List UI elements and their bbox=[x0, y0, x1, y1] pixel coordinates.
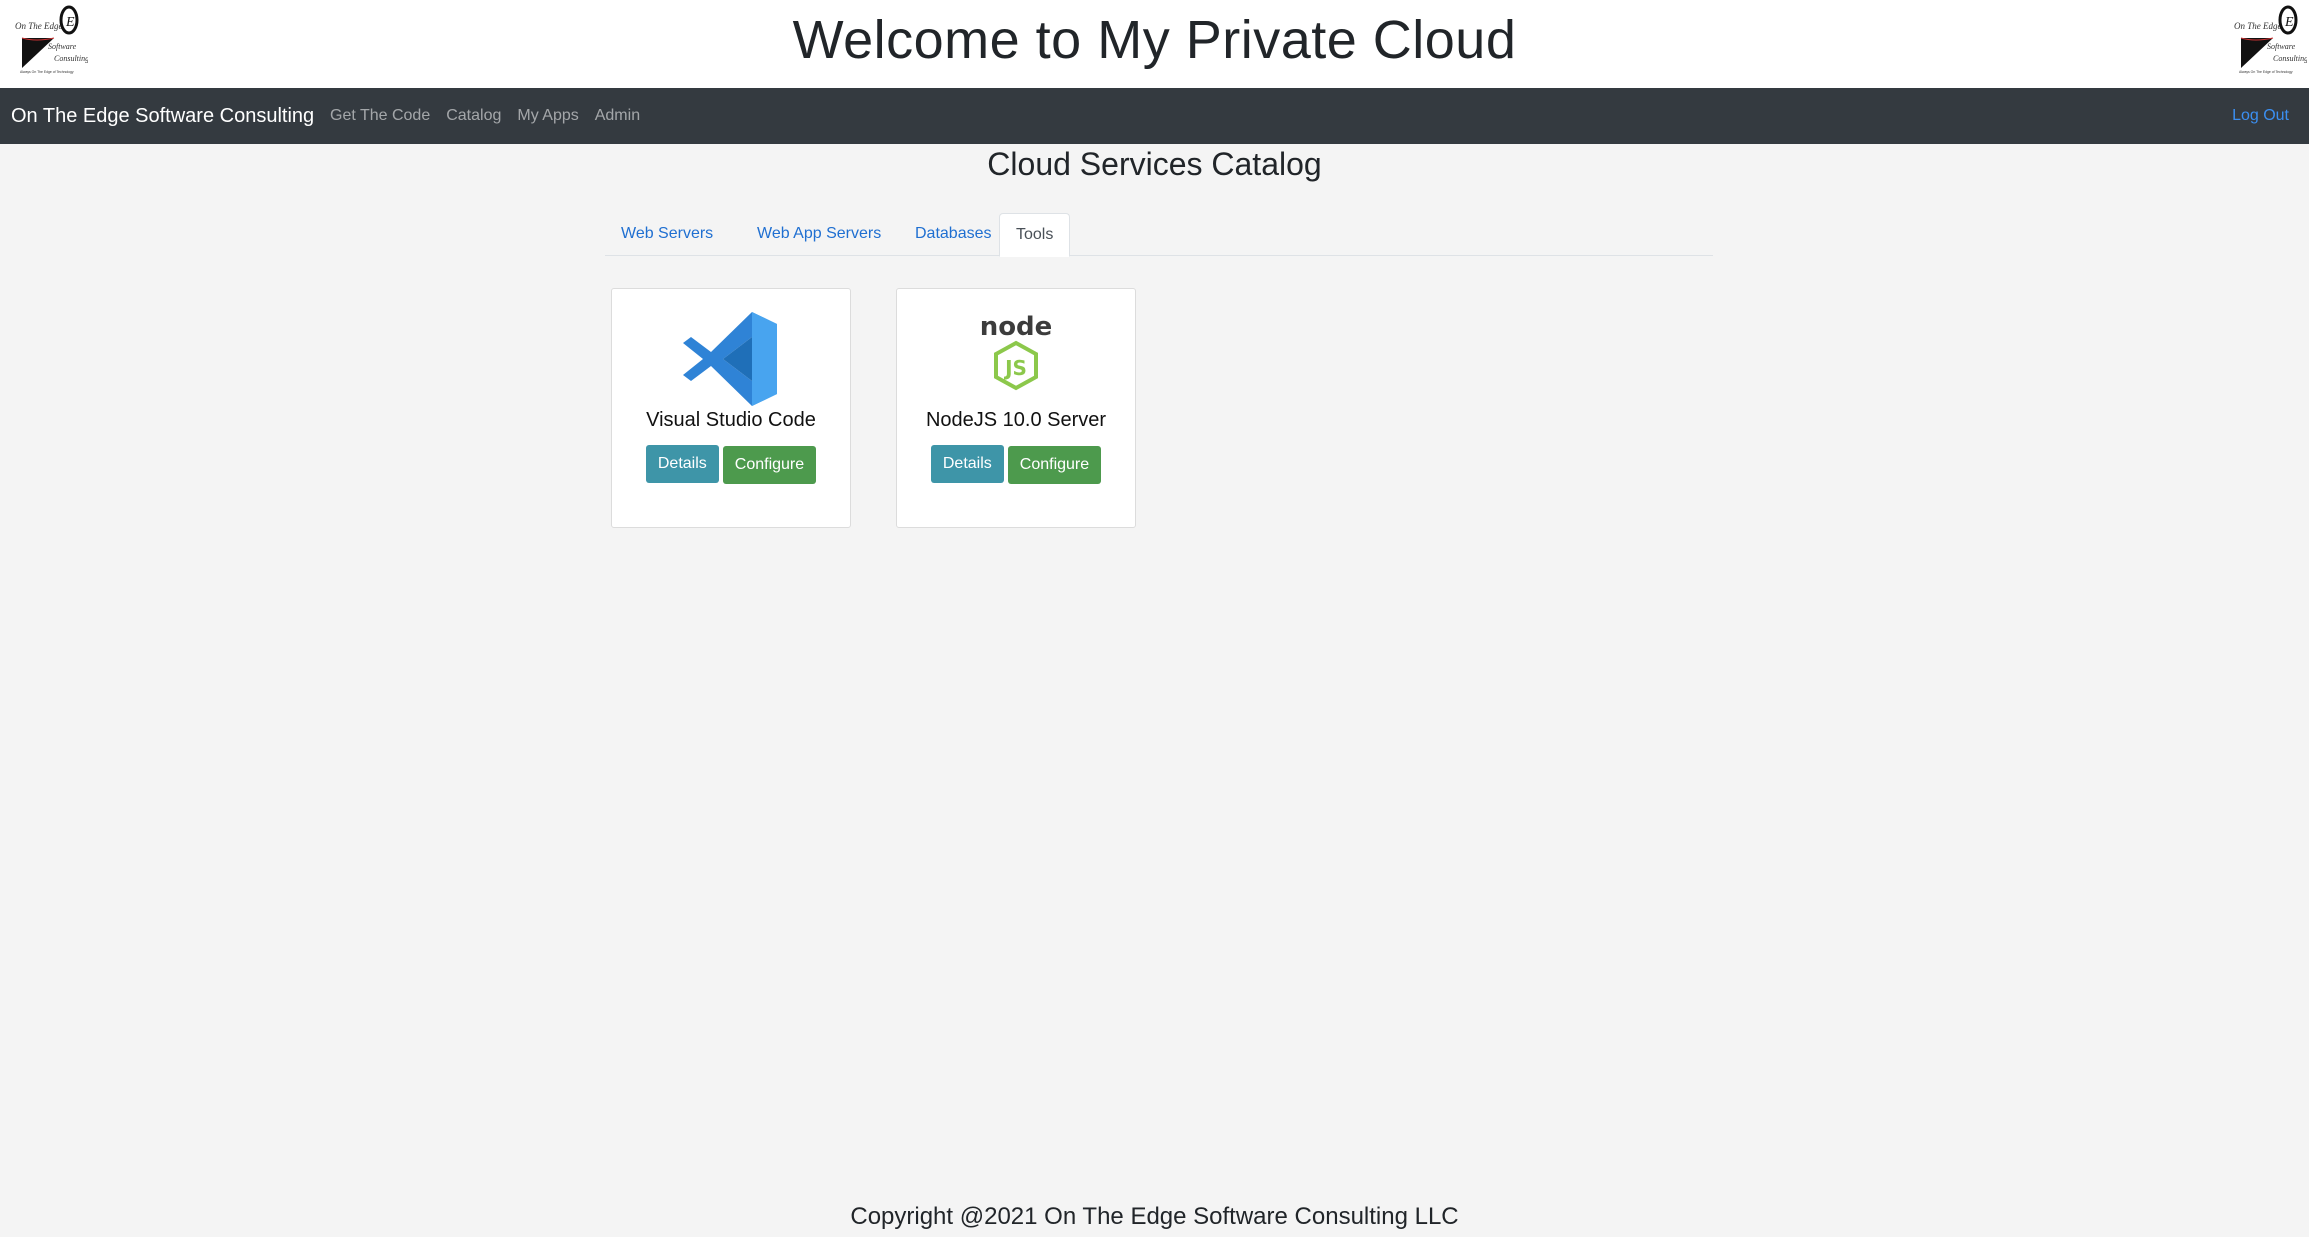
vscode-icon bbox=[681, 309, 781, 409]
tab-web-servers[interactable]: Web Servers bbox=[605, 213, 729, 256]
svg-text:E: E bbox=[2284, 15, 2294, 30]
nav-link-admin[interactable]: Admin bbox=[595, 107, 640, 125]
catalog-tabs: Web Servers Web App Servers Databases To… bbox=[605, 213, 1713, 257]
logo-line-2: Software bbox=[2267, 42, 2296, 51]
card-actions: Details Configure bbox=[897, 445, 1135, 484]
nodejs-icon: node JS bbox=[966, 309, 1066, 409]
configure-button[interactable]: Configure bbox=[1007, 446, 1102, 484]
page-title: Welcome to My Private Cloud bbox=[792, 10, 1517, 70]
card-title: Visual Studio Code bbox=[646, 409, 816, 431]
footer-copyright: Copyright @2021 On The Edge Software Con… bbox=[850, 1203, 1459, 1230]
tab-web-app-servers[interactable]: Web App Servers bbox=[741, 213, 897, 256]
logout-link[interactable]: Log Out bbox=[2232, 88, 2289, 144]
service-card-vscode: Visual Studio Code Details Configure bbox=[611, 288, 851, 528]
logo-tagline: Always On The Edge of Technology bbox=[2239, 70, 2293, 74]
card-actions: Details Configure bbox=[612, 445, 850, 484]
logo-line-1: On The Edge bbox=[2234, 21, 2282, 31]
nav-links: Get The Code Catalog My Apps Admin bbox=[330, 88, 656, 144]
nodejs-icon-wordmark: node bbox=[980, 312, 1053, 342]
company-logo-right: On The Edge E Software Consulting Always… bbox=[2233, 4, 2308, 76]
configure-button[interactable]: Configure bbox=[722, 446, 817, 484]
nav-link-catalog[interactable]: Catalog bbox=[446, 107, 501, 125]
top-navbar: On The Edge Software Consulting Get The … bbox=[0, 88, 2309, 144]
details-button[interactable]: Details bbox=[645, 445, 719, 483]
tab-databases[interactable]: Databases bbox=[899, 213, 1008, 256]
nodejs-icon-js: JS bbox=[1003, 356, 1027, 380]
page-header: On The Edge E Software Consulting Always… bbox=[0, 0, 2309, 88]
card-title: NodeJS 10.0 Server bbox=[925, 409, 1107, 431]
logo-line-3: Consulting bbox=[2273, 54, 2307, 63]
catalog-title: Cloud Services Catalog bbox=[987, 146, 1322, 182]
service-card-nodejs: node JS NodeJS 10.0 Server Details Confi… bbox=[896, 288, 1136, 528]
details-button[interactable]: Details bbox=[930, 445, 1004, 483]
nav-link-my-apps[interactable]: My Apps bbox=[517, 107, 578, 125]
nav-link-get-the-code[interactable]: Get The Code bbox=[330, 107, 430, 125]
navbar-brand[interactable]: On The Edge Software Consulting bbox=[11, 88, 314, 144]
tab-tools[interactable]: Tools bbox=[999, 213, 1071, 257]
